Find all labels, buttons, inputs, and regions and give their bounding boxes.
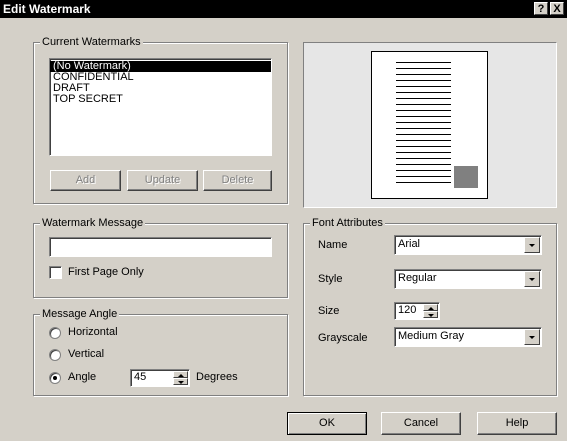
update-button[interactable]: Update [127,170,198,191]
text-line [396,80,451,81]
add-button[interactable]: Add [50,170,121,191]
radio-selected-dot [53,376,57,380]
delete-button[interactable]: Delete [203,170,272,191]
spin-down-icon[interactable] [173,378,188,385]
text-line [396,110,451,111]
text-line [396,86,451,87]
grayscale-value: Medium Gray [398,330,465,342]
text-line [396,140,451,141]
horizontal-radio[interactable] [49,327,61,339]
text-line [396,92,451,93]
message-angle-label: Message Angle [40,308,120,321]
font-name-select[interactable]: Arial [394,235,542,255]
text-line [396,122,451,123]
first-page-only-label: First Page Only [68,266,144,278]
watermark-message-input[interactable] [49,237,272,257]
text-line [396,68,451,69]
angle-value: 45 [134,371,147,383]
spin-down-icon[interactable] [423,311,438,318]
grayscale-label: Grayscale [318,332,368,344]
cancel-button[interactable]: Cancel [381,412,461,435]
text-line [396,182,451,183]
font-size-label: Size [318,305,340,317]
text-line [396,104,451,105]
preview-area [303,42,557,208]
chevron-down-icon[interactable] [524,329,540,345]
ok-button[interactable]: OK [287,412,367,435]
page-preview [371,51,488,199]
font-style-label: Style [318,273,343,285]
help-icon[interactable]: ? [534,2,548,15]
chevron-down-icon[interactable] [524,271,540,287]
vertical-label: Vertical [68,348,105,360]
degrees-label: Degrees [196,371,238,383]
font-attributes-label: Font Attributes [310,217,385,230]
text-line [396,152,451,153]
title-bar[interactable]: Edit Watermark ? X [0,0,567,18]
horizontal-label: Horizontal [68,326,118,338]
text-line [396,146,451,147]
text-line [396,170,451,171]
watermark-message-label: Watermark Message [40,217,146,230]
current-watermarks-label: Current Watermarks [40,36,143,49]
chevron-down-icon[interactable] [524,237,540,253]
font-style-value: Regular [398,272,437,284]
font-name-value: Arial [398,238,421,250]
edit-watermark-dialog: Edit Watermark ? X Current Watermarks (N… [0,0,567,441]
angle-spinner[interactable]: 45 [130,369,190,387]
text-line [396,62,451,63]
angle-radio[interactable] [49,372,61,384]
list-item[interactable]: TOP SECRET [50,94,271,105]
grayscale-select[interactable]: Medium Gray [394,327,542,347]
font-name-label: Name [318,239,348,251]
window-title: Edit Watermark [3,2,91,16]
text-line [396,116,451,117]
spin-up-icon[interactable] [423,304,438,311]
angle-spin-buttons[interactable] [173,371,188,385]
text-line [396,134,451,135]
first-page-only-checkbox[interactable] [49,266,62,279]
close-icon[interactable]: X [550,2,564,15]
text-line [396,74,451,75]
watermark-message-group: Watermark Message [33,217,288,298]
text-line [396,98,451,99]
spin-up-icon[interactable] [173,371,188,378]
text-line [396,164,451,165]
watermark-preview-box [454,166,478,188]
font-style-select[interactable]: Regular [394,269,542,289]
text-line [396,176,451,177]
text-line [396,158,451,159]
text-line [396,128,451,129]
angle-label: Angle [68,371,97,383]
size-spin-buttons[interactable] [423,304,438,318]
watermark-list[interactable]: (No Watermark) CONFIDENTIAL DRAFT TOP SE… [49,58,272,156]
help-button[interactable]: Help [477,412,557,435]
vertical-radio[interactable] [49,349,61,361]
font-size-spinner[interactable]: 120 [394,302,440,320]
font-size-value: 120 [398,304,417,316]
